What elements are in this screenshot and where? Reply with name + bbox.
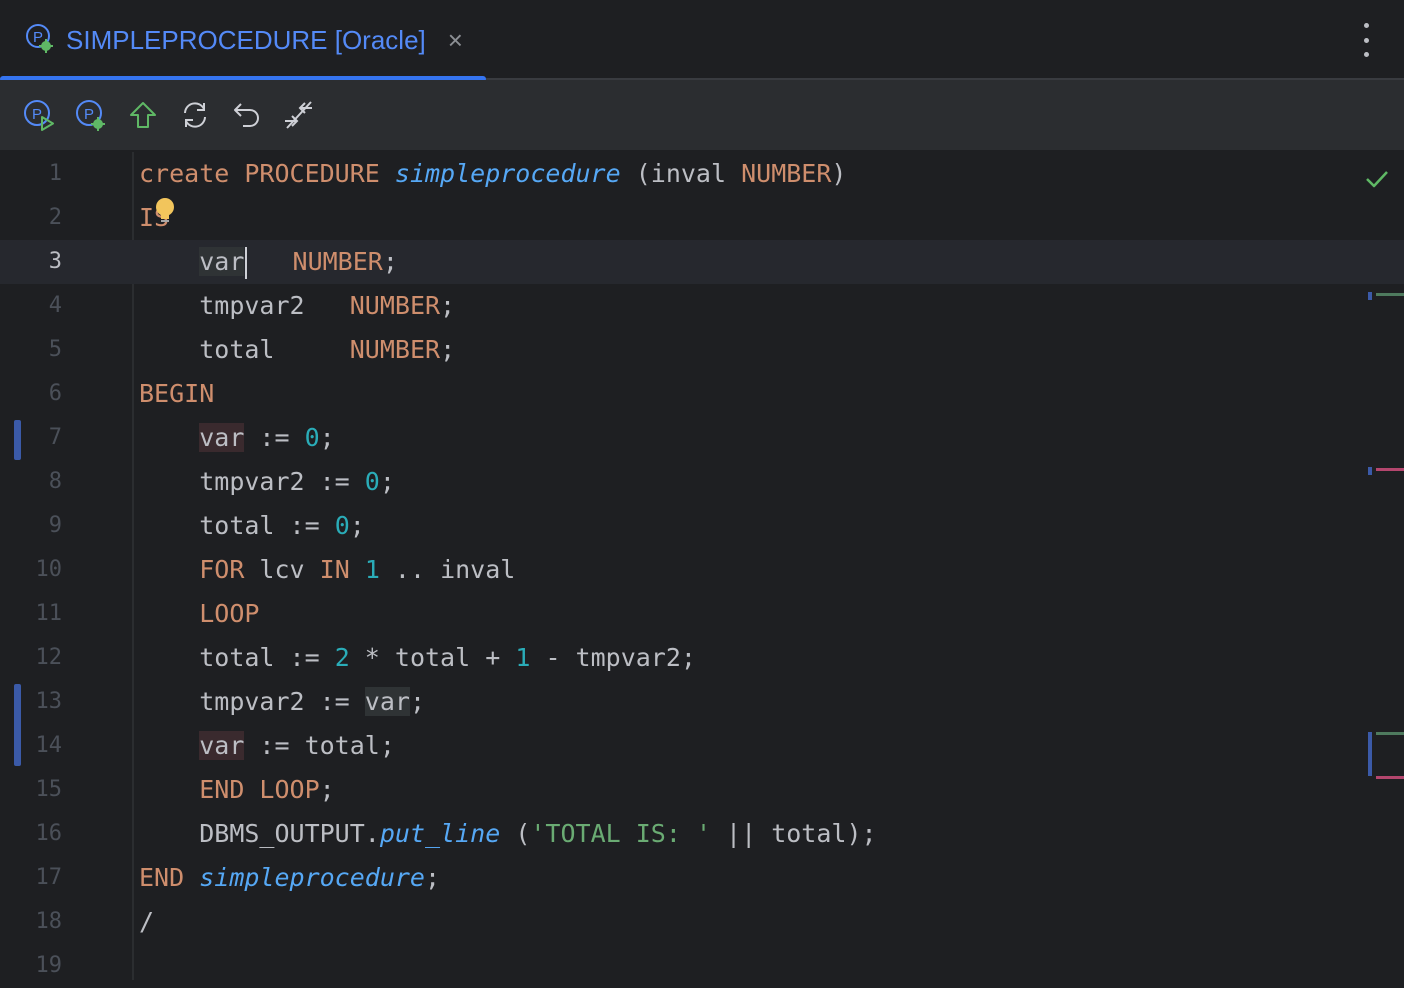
line-number: 4 (48, 293, 62, 318)
variable-highlight: var (364, 687, 410, 716)
code-line: 10 FOR lcv IN 1 .. inval (0, 548, 1404, 592)
code-text: DBMS_OUTPUT.put_line ('TOTAL IS: ' || to… (199, 819, 877, 848)
code-line: 6 BEGIN (0, 372, 1404, 416)
code-line: 11 LOOP (0, 592, 1404, 636)
scrollbar-change-mark[interactable] (1368, 467, 1372, 475)
code-text: var := total; (199, 731, 395, 760)
line-number: 16 (35, 821, 63, 846)
scrollbar-write-mark[interactable] (1376, 776, 1404, 779)
check-icon[interactable] (1364, 166, 1390, 192)
tab-simpleprocedure[interactable]: P SIMPLEPROCEDURE [Oracle] × (0, 0, 486, 82)
line-number: 3 (48, 249, 62, 274)
scrollbar-usage-mark[interactable] (1376, 293, 1404, 296)
code-text: LOOP (199, 599, 260, 628)
editor-toolbar: P P (0, 80, 1404, 152)
line-number: 9 (48, 513, 62, 538)
undo-icon (234, 103, 259, 127)
arrow-up-icon (130, 102, 156, 128)
scrollbar-change-mark[interactable] (1368, 732, 1372, 776)
code-line: 5 total NUMBER; (0, 328, 1404, 372)
code-text: tmpvar2 NUMBER; (199, 291, 456, 320)
code-line: 7 var := 0; (0, 416, 1404, 460)
code-text: var := 0; (199, 423, 335, 452)
code-text: END LOOP; (199, 775, 335, 804)
code-text: create PROCEDURE simpleprocedure (inval … (139, 159, 847, 188)
variable-highlight: var (199, 731, 245, 760)
code-text: / (139, 907, 155, 936)
code-line: 15 END LOOP; (0, 768, 1404, 812)
code-line: 16 DBMS_OUTPUT.put_line ('TOTAL IS: ' ||… (0, 812, 1404, 856)
code-text: tmpvar2 := var; (199, 687, 426, 716)
lightbulb-icon[interactable] (152, 196, 178, 226)
code-line: 18 / (0, 900, 1404, 944)
debug-procedure-button[interactable]: P (72, 96, 110, 134)
debug-procedure-icon: P (76, 100, 105, 131)
line-number: 13 (35, 689, 63, 714)
compare-button[interactable] (280, 96, 318, 134)
line-number: 17 (35, 865, 63, 890)
code-line: 13 tmpvar2 := var; (0, 680, 1404, 724)
line-number: 7 (48, 425, 62, 450)
line-number: 12 (35, 645, 63, 670)
code-text: total := 2 * total + 1 - tmpvar2; (199, 643, 696, 672)
line-number: 1 (48, 161, 62, 186)
scrollbar-write-mark[interactable] (1376, 468, 1404, 471)
line-number: 8 (48, 469, 62, 494)
code-text: FOR lcv IN 1 .. inval (199, 555, 516, 584)
code-line: 4 tmpvar2 NUMBER; (0, 284, 1404, 328)
code-editor[interactable]: 1 create PROCEDURE simpleprocedure (inva… (0, 152, 1404, 980)
code-text: BEGIN (139, 379, 215, 408)
procedure-icon: P (24, 22, 54, 59)
variable-highlight: var (199, 247, 245, 276)
variable-highlight: var (199, 423, 245, 452)
code-text: var NUMBER; (139, 240, 398, 284)
code-line: 8 tmpvar2 := 0; (0, 460, 1404, 504)
line-number: 5 (48, 337, 62, 362)
submit-button[interactable] (124, 96, 162, 134)
code-text: total := 0; (199, 511, 365, 540)
line-number: 6 (48, 381, 62, 406)
scrollbar-change-mark[interactable] (1368, 292, 1372, 300)
line-number: 18 (35, 909, 63, 934)
run-procedure-button[interactable]: P (20, 96, 58, 134)
close-icon[interactable]: × (448, 25, 463, 56)
more-options-icon[interactable] (1354, 20, 1378, 60)
code-line: 9 total := 0; (0, 504, 1404, 548)
line-number: 10 (35, 557, 63, 582)
svg-text:P: P (33, 29, 43, 46)
refresh-button[interactable] (176, 96, 214, 134)
text-caret (245, 247, 248, 279)
code-text: END simpleprocedure; (139, 863, 441, 892)
code-line: 14 var := total; (0, 724, 1404, 768)
code-line: 12 total := 2 * total + 1 - tmpvar2; (0, 636, 1404, 680)
scrollbar-usage-mark[interactable] (1376, 732, 1404, 735)
code-line: 1 create PROCEDURE simpleprocedure (inva… (0, 152, 1404, 196)
refresh-icon (184, 102, 206, 128)
code-text: tmpvar2 := 0; (199, 467, 395, 496)
code-text: total NUMBER; (199, 335, 456, 364)
code-line: 17 END simpleprocedure; (0, 856, 1404, 900)
code-line: 19 (0, 944, 1404, 988)
compare-arrows-icon (285, 101, 312, 129)
run-procedure-icon: P (24, 100, 54, 131)
code-line: 2 IS (0, 196, 1404, 240)
line-number: 15 (35, 777, 63, 802)
line-number: 2 (48, 205, 62, 230)
line-number: 11 (35, 601, 63, 626)
code-line-current: 3 var NUMBER; (0, 240, 1404, 284)
line-number: 19 (35, 953, 63, 978)
editor-tab-bar: P SIMPLEPROCEDURE [Oracle] × (0, 0, 1404, 82)
revert-button[interactable] (228, 96, 266, 134)
svg-text:P: P (32, 106, 42, 123)
line-number: 14 (35, 733, 63, 758)
svg-text:P: P (84, 106, 94, 123)
tab-title: SIMPLEPROCEDURE [Oracle] (66, 24, 426, 55)
